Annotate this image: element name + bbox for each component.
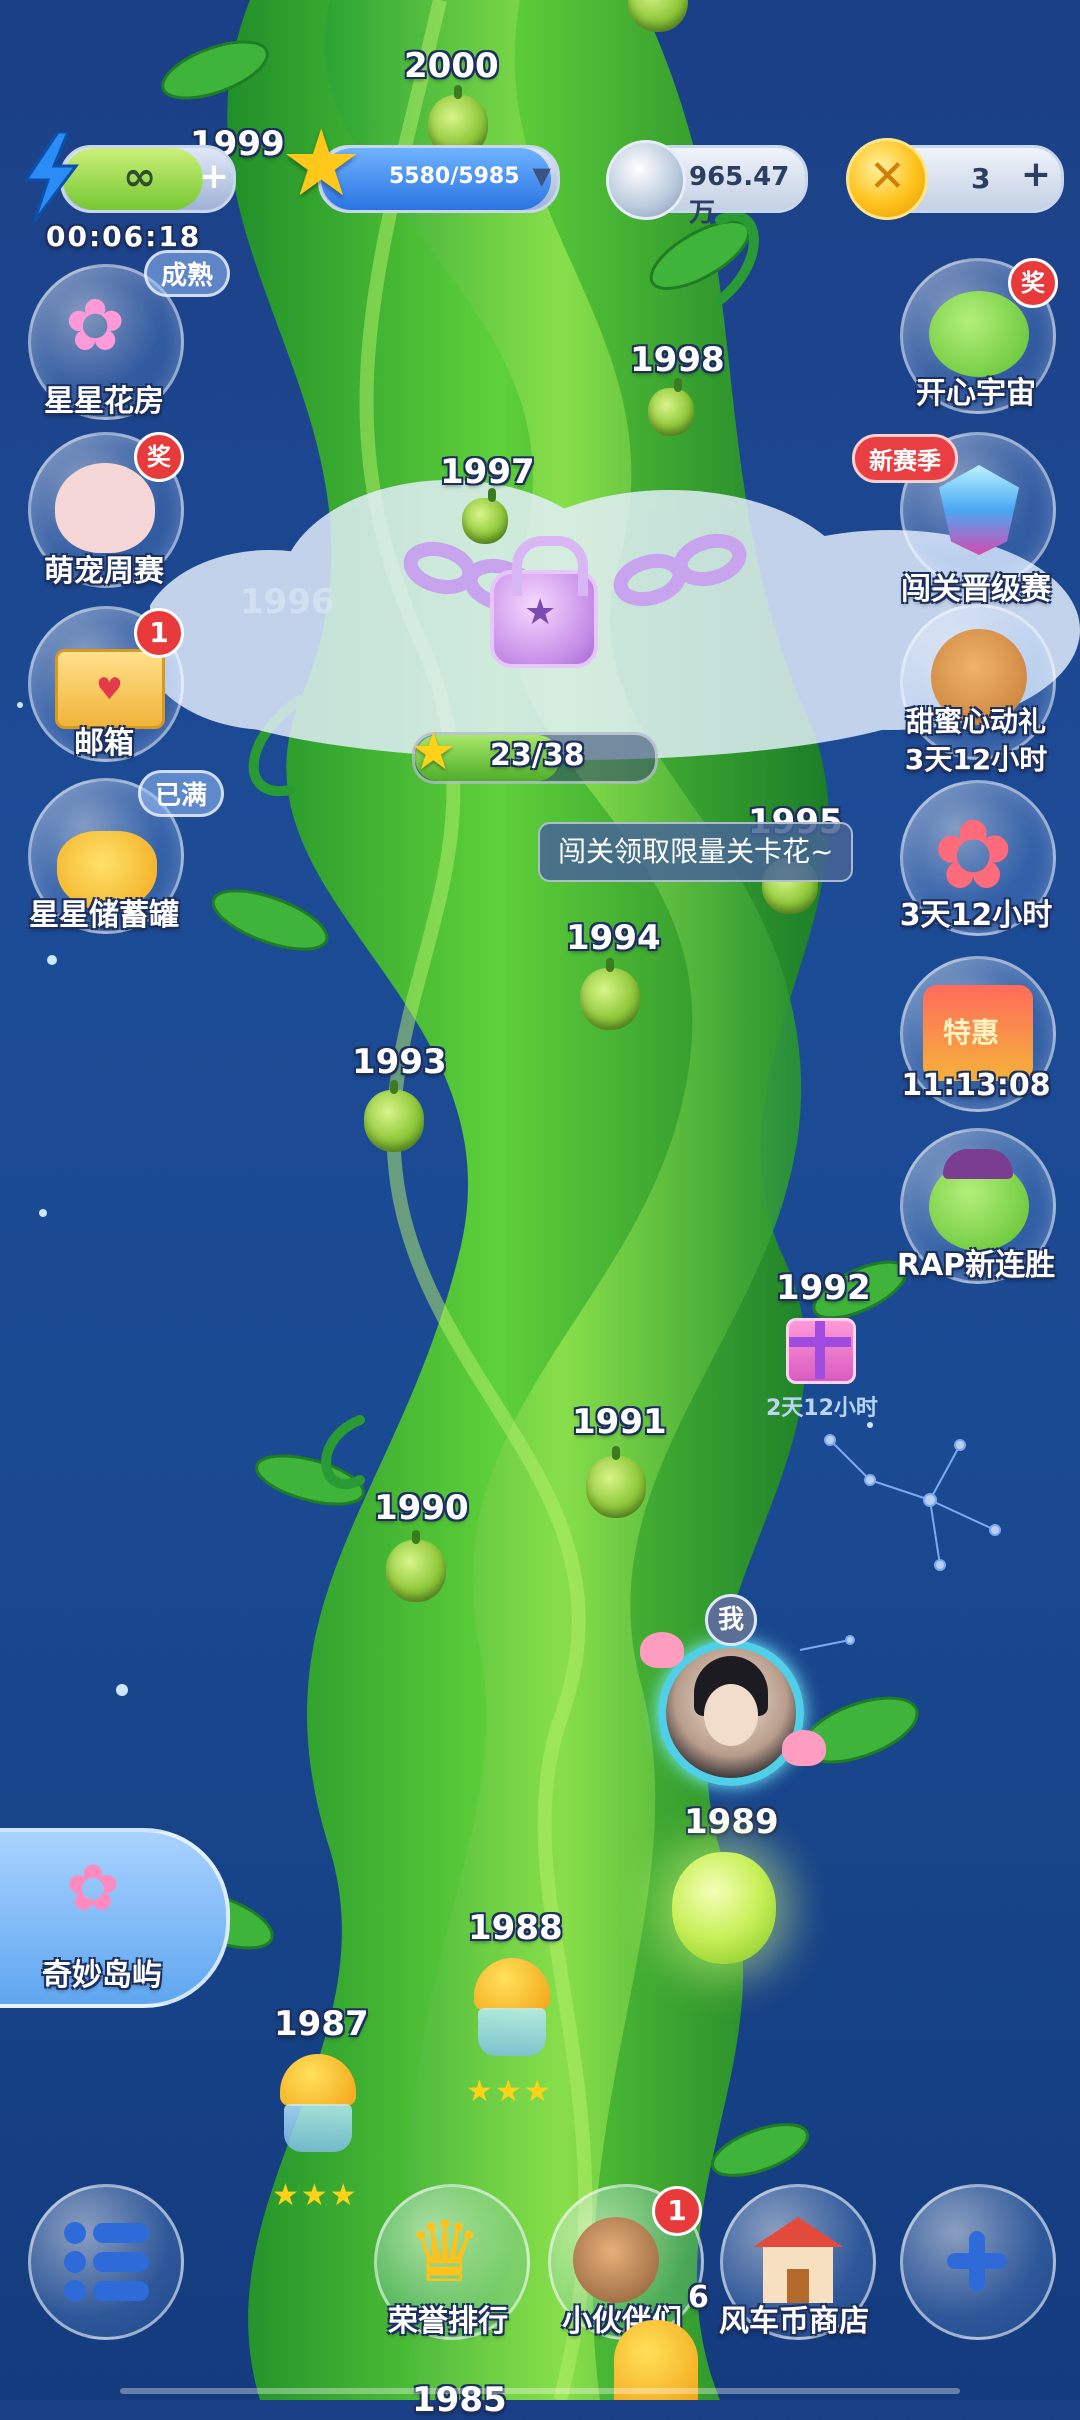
happy-universe-label: 开心宇宙 xyxy=(916,376,1036,411)
star-flower-house-label: 星星花房 xyxy=(44,384,164,419)
tooltip: 闯关领取限量关卡花~ xyxy=(538,822,854,882)
stars-1988: ★★★ xyxy=(466,2074,553,2109)
special-offer-timer: 11:13:08 xyxy=(901,1068,1051,1103)
chevron-down-icon[interactable]: ▼ xyxy=(533,162,551,190)
energy-timer: 00:06:18 xyxy=(46,220,202,253)
gift-box-icon[interactable] xyxy=(786,1318,856,1384)
level-pod-1990[interactable] xyxy=(386,1530,446,1602)
level-1989[interactable]: 1989 xyxy=(684,1802,779,1842)
level-flower-timer: 3天12小时 xyxy=(899,898,1053,933)
mailbox-badge: 1 xyxy=(134,608,184,658)
sweet-gift-label: 甜蜜心动礼 xyxy=(905,705,1046,738)
lightning-icon xyxy=(20,130,80,223)
level-1988[interactable]: 1988 xyxy=(468,1908,563,1948)
shop-icon xyxy=(749,2213,847,2307)
silver-value: 965.47万 xyxy=(689,162,790,228)
envelope-icon: ♥ xyxy=(55,649,165,729)
stars-value: 5580/5985 xyxy=(389,164,520,189)
star-icon: ★ xyxy=(280,110,363,217)
level-1987[interactable]: 1987 xyxy=(274,2004,369,2044)
level-1994[interactable]: 1994 xyxy=(566,918,661,958)
frog-icon xyxy=(929,291,1029,377)
level-1998[interactable]: 1998 xyxy=(630,340,725,380)
menu-button[interactable] xyxy=(28,2184,184,2340)
diamond-shield-icon xyxy=(939,465,1019,555)
level-1993[interactable]: 1993 xyxy=(352,1042,447,1082)
lock-progress-text: 23/38 xyxy=(490,738,585,773)
partners-badge: 1 xyxy=(652,2186,702,2236)
level-pod-1994[interactable] xyxy=(580,958,640,1030)
energy-add-button[interactable]: + xyxy=(199,156,229,197)
star-flower-house-tag: 成熟 xyxy=(144,250,231,297)
level-pod-1997[interactable] xyxy=(462,488,508,544)
happy-universe-reward-badge: 奖 xyxy=(1008,258,1058,308)
star-piggy-bank-tag: 已满 xyxy=(138,770,225,817)
level-1997[interactable]: 1997 xyxy=(440,452,535,492)
new-season-tag: 新赛季 xyxy=(852,434,958,483)
frog-rapper-icon xyxy=(929,1149,1029,1251)
crown-icon: ♛ xyxy=(407,2203,483,2301)
level-pod-1998[interactable] xyxy=(648,378,694,436)
level-2000[interactable]: 2000 xyxy=(404,46,499,86)
level-cup-1988[interactable] xyxy=(466,1958,556,2058)
tooltip-text: 闯关领取限量关卡花~ xyxy=(558,835,834,868)
add-button[interactable] xyxy=(900,2184,1056,2340)
windmill-shop-label: 风车币商店 xyxy=(719,2304,869,2339)
star-icon: ★ xyxy=(410,722,457,782)
plus-icon xyxy=(947,2231,1007,2291)
lock-icon: ★ xyxy=(490,536,598,668)
wonder-island-label: 奇妙岛屿 xyxy=(42,1958,162,1993)
flower-icon: ✿ xyxy=(65,283,126,367)
bottom-indicator xyxy=(120,2388,960,2394)
sweet-gift-timer: 3天12小时 xyxy=(904,743,1048,776)
lotus-icon xyxy=(640,1632,684,1668)
flower-tree-icon: ✿ xyxy=(66,1852,120,1926)
level-promotion-label: 闯关晋级赛 xyxy=(901,572,1051,607)
gift-timer: 2天12小时 xyxy=(766,1396,878,1421)
level-pod-1993[interactable] xyxy=(364,1080,424,1152)
special-offer-inner: 特惠 xyxy=(943,1016,1000,1049)
level-1985[interactable]: 1985 xyxy=(412,2380,507,2420)
pet-weekly-label: 萌宠周赛 xyxy=(44,554,164,589)
level-1996[interactable]: 1996 xyxy=(240,582,335,622)
rap-streak-label: RAP新连胜 xyxy=(896,1248,1056,1283)
gold-add-button[interactable]: + xyxy=(1021,154,1051,195)
player-badge: 我 xyxy=(705,1594,757,1646)
gold-value: 3 xyxy=(971,162,991,195)
star-piggy-bank-label: 星星储蓄罐 xyxy=(29,898,179,933)
level-1990[interactable]: 1990 xyxy=(374,1488,469,1528)
list-icon xyxy=(61,2217,153,2307)
level-1992[interactable]: 1992 xyxy=(776,1268,871,1308)
silver-coin-icon xyxy=(606,140,686,220)
raccoon-icon xyxy=(573,2217,659,2303)
gold-coin-icon: ✕ xyxy=(846,138,928,220)
stars-1987: ★★★ xyxy=(272,2178,359,2213)
energy-value: ∞ xyxy=(123,154,157,200)
level-pod-1989-current[interactable] xyxy=(672,1852,776,1964)
lotus-icon xyxy=(782,1730,826,1766)
mailbox-label: 邮箱 xyxy=(74,726,134,761)
pet-weekly-reward-badge: 奖 xyxy=(134,432,184,482)
level-pod-1991[interactable] xyxy=(586,1446,646,1518)
cat-icon xyxy=(55,463,155,553)
energy-bar[interactable]: ∞ + xyxy=(60,145,236,213)
level-1991[interactable]: 1991 xyxy=(572,1402,667,1442)
level-cup-1987[interactable] xyxy=(272,2054,362,2154)
